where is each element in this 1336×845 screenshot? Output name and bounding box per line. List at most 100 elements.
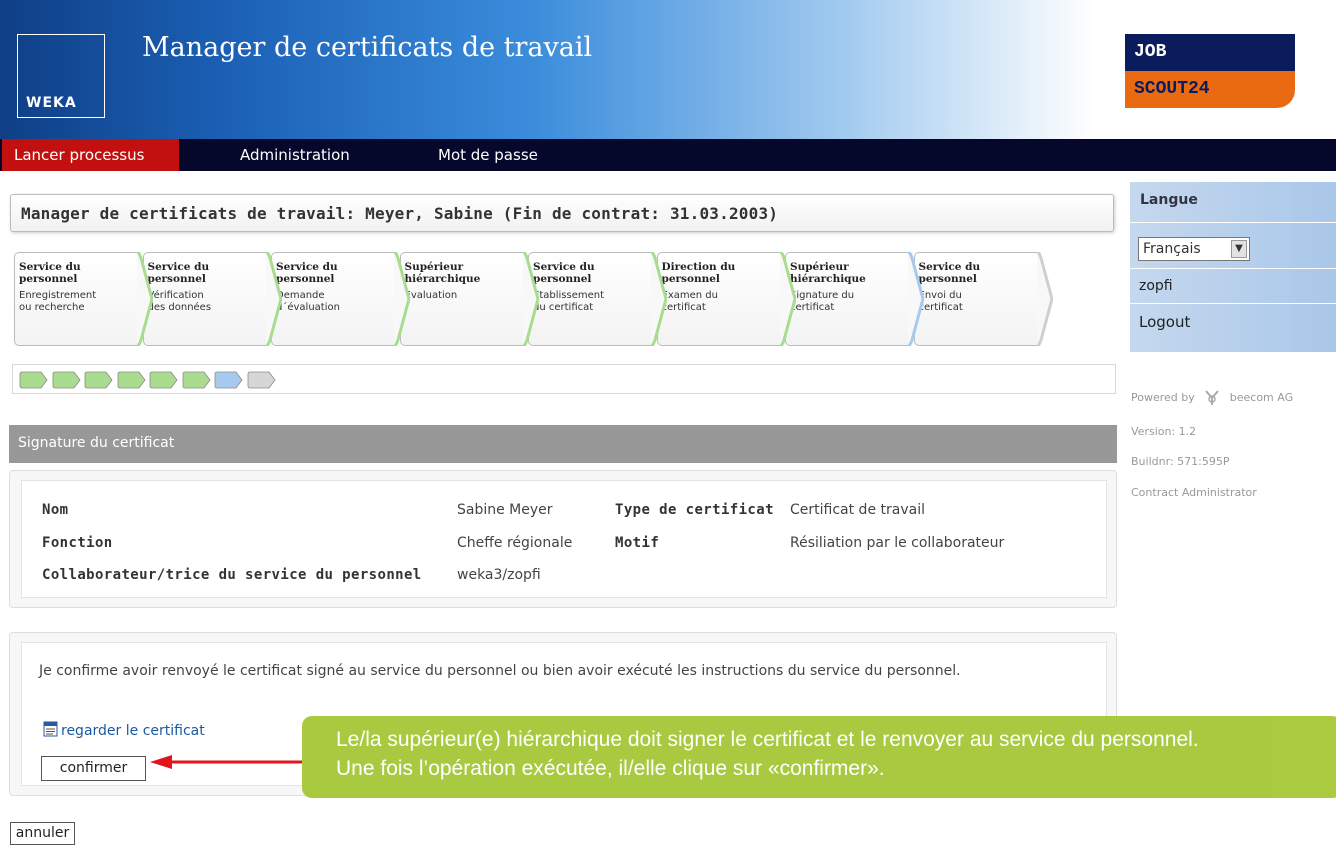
step-chevron-icon bbox=[908, 252, 924, 346]
jobscout-logo-bottom: SCOUT24 bbox=[1125, 71, 1295, 108]
cancel-button[interactable]: annuler bbox=[10, 822, 75, 845]
step-description-line: Demande bbox=[276, 290, 325, 301]
step-department-line: Service du bbox=[918, 261, 981, 273]
step-department-line: personnel bbox=[918, 273, 977, 285]
step-department: Service du personnel bbox=[19, 261, 81, 285]
page-title-box: Manager de certificats de travail: Meyer… bbox=[10, 194, 1114, 232]
function-value: Cheffe régionale bbox=[457, 535, 573, 551]
function-label: Fonction bbox=[42, 535, 113, 551]
step-description-line: Etablissement bbox=[533, 290, 604, 301]
view-certificate-label: regarder le certificat bbox=[61, 723, 205, 739]
confirm-statement: Je confirme avoir renvoyé le certificat … bbox=[39, 663, 961, 679]
nav-start-process[interactable]: Lancer processus bbox=[2, 139, 179, 171]
powered-by-label: Powered by bbox=[1131, 391, 1195, 404]
step-department-line: Supérieur bbox=[404, 261, 464, 273]
sidebar-divider bbox=[1130, 303, 1336, 304]
step-department-line: personnel bbox=[147, 273, 206, 285]
nav-administration[interactable]: Administration bbox=[226, 139, 364, 171]
language-header: Langue bbox=[1140, 192, 1198, 208]
step-description-line: des données bbox=[147, 302, 212, 313]
step-description: Evaluation bbox=[405, 290, 458, 302]
step-description: Envoi du certificat bbox=[919, 290, 963, 314]
process-steps: Service du personnel Enregistrement ou rech… bbox=[14, 252, 1053, 347]
language-select[interactable]: Français ▼ bbox=[1138, 237, 1250, 261]
confirm-button[interactable]: confirmer bbox=[41, 756, 146, 781]
process-step: Service du personnel Enregistrement ou rech… bbox=[14, 252, 153, 346]
name-label: Nom bbox=[42, 502, 69, 518]
sidebar: Langue Français ▼ zopfi Logout bbox=[1130, 182, 1336, 352]
logout-link[interactable]: Logout bbox=[1139, 313, 1190, 331]
build-info: Buildnr: 571:595P bbox=[1131, 455, 1230, 468]
jobscout-logo-top: JOB bbox=[1125, 34, 1295, 71]
step-department: Supérieur hiérarchique bbox=[405, 261, 481, 285]
jobscout-logo[interactable]: JOB SCOUT24 bbox=[1125, 34, 1295, 108]
section-header: Signature du certificat bbox=[9, 425, 1117, 463]
step-department: Service du personnel bbox=[919, 261, 981, 285]
step-description-line: d´évaluation bbox=[276, 302, 340, 313]
powered-by-company: beecom AG bbox=[1229, 391, 1294, 404]
step-description-line: Signature du bbox=[790, 290, 855, 301]
step-department-line: Service du bbox=[276, 261, 338, 273]
progress-step-chip bbox=[84, 371, 113, 389]
document-icon bbox=[43, 721, 58, 737]
step-description-line: du certificat bbox=[533, 302, 594, 313]
step-department: Service du personnel bbox=[148, 261, 210, 285]
progress-step-chip bbox=[52, 371, 80, 389]
step-description-line: Evaluation bbox=[404, 290, 458, 301]
powered-by: Powered by beecom AG bbox=[1131, 389, 1293, 407]
sidebar-divider bbox=[1130, 222, 1336, 223]
step-department-line: personnel bbox=[661, 273, 720, 285]
step-chevron-icon bbox=[137, 252, 153, 346]
progress-step-chip bbox=[149, 371, 178, 389]
reason-label: Motif bbox=[615, 535, 660, 551]
step-department-line: Service du bbox=[533, 261, 595, 273]
step-description-line: certificat bbox=[661, 302, 706, 313]
step-description-line: ou recherche bbox=[19, 302, 85, 313]
step-department-line: hiérarchique bbox=[790, 273, 866, 285]
current-user: zopfi bbox=[1139, 278, 1173, 294]
progress-bar bbox=[12, 364, 1116, 394]
app-title: Manager de certificats de travail bbox=[142, 32, 593, 63]
step-department-line: hiérarchique bbox=[404, 273, 481, 285]
process-step: Service du personnel Envoi du certificat bbox=[913, 252, 1053, 346]
beecom-logo-icon bbox=[1205, 390, 1220, 405]
name-value: Sabine Meyer bbox=[457, 502, 553, 518]
hr-staff-label: Collaborateur/trice du service du person… bbox=[42, 567, 422, 583]
step-description-line: Vérification bbox=[147, 290, 204, 301]
main-nav: Lancer processus Administration Mot de p… bbox=[0, 139, 1336, 171]
step-chevron-icon bbox=[651, 252, 667, 346]
view-certificate-link[interactable]: regarder le certificat bbox=[43, 721, 205, 739]
annotation-arrow-icon bbox=[150, 755, 302, 769]
reason-value: Résiliation par le collaborateur bbox=[790, 535, 1005, 551]
chevron-down-icon[interactable]: ▼ bbox=[1231, 240, 1247, 258]
step-description: Enregistrement ou recherche bbox=[19, 290, 96, 314]
step-department-line: Service du bbox=[19, 261, 81, 273]
process-step: Direction du personnel Examen du certificat bbox=[656, 252, 796, 346]
step-department: Service du personnel bbox=[276, 261, 338, 285]
cert-type-value: Certificat de travail bbox=[790, 502, 925, 518]
process-step: Supérieur hiérarchique Signature du certifi… bbox=[785, 252, 924, 346]
version-info: Version: 1.2 bbox=[1131, 425, 1197, 438]
process-step: Service du personnel Demande d´évaluation bbox=[271, 252, 410, 346]
step-department-line: Service du bbox=[147, 261, 210, 273]
process-step: Service du personnel Vérification des donné… bbox=[142, 252, 282, 346]
weka-logo: WEKA bbox=[17, 34, 105, 118]
weka-logo-text: WEKA bbox=[26, 95, 77, 111]
sidebar-divider bbox=[1130, 268, 1336, 269]
step-description: Demande d´évaluation bbox=[276, 290, 340, 314]
step-description-line: Enregistrement bbox=[19, 290, 97, 301]
step-department-line: Supérieur bbox=[790, 261, 849, 273]
step-chevron-icon bbox=[779, 252, 796, 346]
step-description-line: certificat bbox=[790, 302, 835, 313]
process-step: Supérieur hiérarchique Evaluation bbox=[399, 252, 539, 346]
certificate-info-panel: Nom Sabine Meyer Type de certificat Cert… bbox=[9, 470, 1117, 608]
step-description-line: Examen du bbox=[661, 290, 718, 301]
nav-password[interactable]: Mot de passe bbox=[424, 139, 552, 171]
step-department: Service du personnel bbox=[533, 261, 595, 285]
role-info: Contract Administrator bbox=[1131, 486, 1257, 499]
step-description: Vérification des données bbox=[148, 290, 212, 314]
step-department-line: personnel bbox=[276, 273, 335, 285]
annotation-callout: Le/la supérieur(e) hiérarchique doit sig… bbox=[302, 716, 1336, 798]
progress-step-chip bbox=[182, 371, 210, 389]
step-chevron-icon bbox=[522, 252, 539, 346]
